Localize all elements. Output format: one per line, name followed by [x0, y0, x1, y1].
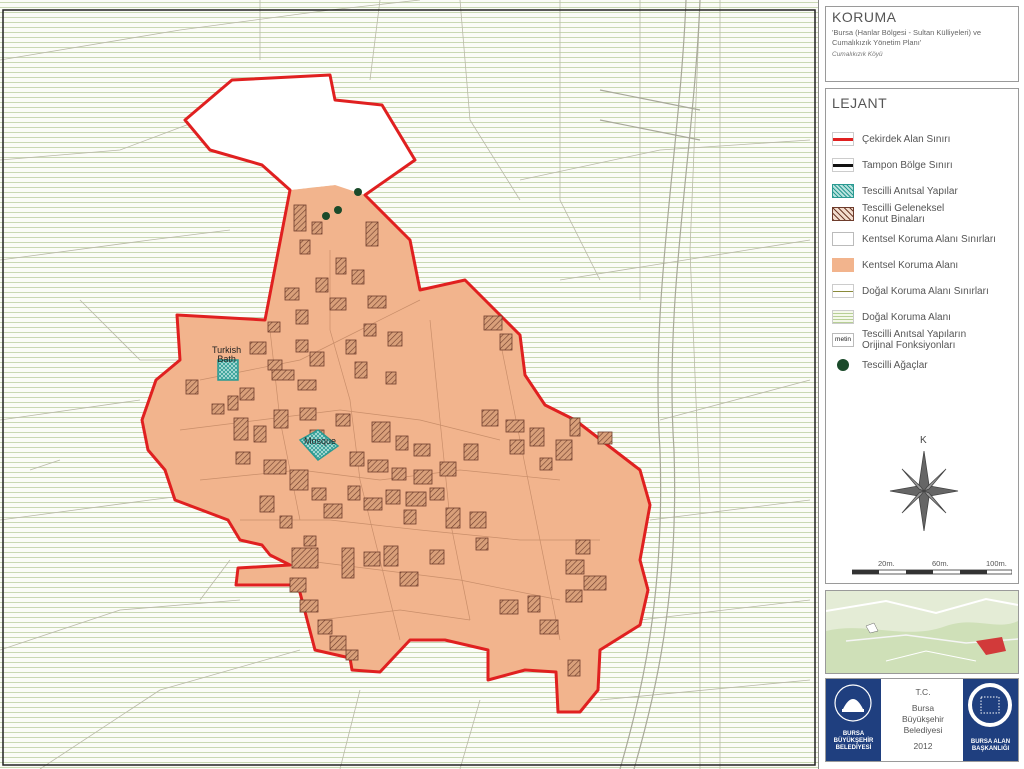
bursa-municipality-logo: BURSA BÜYÜKŞEHİR BELEDİYESİ [826, 679, 881, 761]
legend-item-urban-area: Kentsel Koruma Alanı [832, 255, 1016, 277]
footer-belediyesi: Belediyesi [903, 725, 943, 735]
legend-label: Kentsel Koruma Alanı Sınırları [862, 234, 996, 245]
turkish-bath-label: Turkish Bath [212, 345, 242, 364]
legend-item-monuments: Tescilli Anıtsal Yapılar [832, 181, 1016, 203]
left-logo-text: BURSA BÜYÜKŞEHİR BELEDİYESİ [833, 731, 874, 751]
legend-box: LEJANT Çekirdek Alan Sınırı Tampon Bölge… [825, 88, 1019, 584]
legend-item-trees: Tescilli Ağaçlar [832, 355, 1016, 377]
location-inset-map [825, 590, 1019, 674]
scale-label-20: 20m. [878, 559, 895, 568]
teal-hatch-icon [832, 184, 854, 198]
plan-subtitle: 'Bursa (Hanlar Bölgesi - Sultan Külliyel… [832, 28, 981, 47]
legend-item-natural-boundary: Doğal Koruma Alanı Sınırları [832, 281, 1016, 303]
white-box-icon [832, 232, 854, 246]
legend-label: Tescilli Anıtsal Yapıların Orijinal Fonk… [862, 329, 967, 351]
footer-year: 2012 [913, 741, 933, 751]
footer-logos: BURSA BÜYÜKŞEHİR BELEDİYESİ T.C. Bursa B… [825, 678, 1019, 762]
legend-item-original-functions: metin Tescilli Anıtsal Yapıların Orijina… [832, 327, 1016, 353]
olive-line-icon [832, 284, 854, 298]
legend-item-urban-boundary: Kentsel Koruma Alanı Sınırları [832, 229, 1016, 251]
scale-label-100: 100m. [986, 559, 1007, 568]
orange-box-icon [832, 258, 854, 272]
domes-logo-icon [834, 684, 872, 722]
legend-label: Doğal Koruma Alanı [862, 312, 951, 323]
legend-label: Tampon Bölge Sınırı [862, 160, 953, 171]
black-line-icon [832, 158, 854, 172]
title-box: KORUMA 'Bursa (Hanlar Bölgesi - Sultan K… [825, 6, 1019, 82]
site-map [0, 0, 818, 769]
red-line-icon [832, 132, 854, 146]
metin-box-icon: metin [832, 333, 854, 347]
north-label: K [920, 435, 927, 446]
legend-label: Tescilli Geleneksel Konut Binaları [862, 203, 945, 225]
legend-item-buffer-boundary: Tampon Bölge Sınırı [832, 155, 1016, 177]
scale-bar [852, 569, 1012, 575]
tree-dot-icon [832, 358, 854, 372]
legend-item-core-boundary: Çekirdek Alan Sınırı [832, 129, 1016, 151]
ring-logo-icon [968, 683, 1012, 727]
legend-item-natural-area: Doğal Koruma Alanı [832, 307, 1016, 329]
footer-buyuksehir: Büyükşehir [901, 714, 945, 724]
right-logo-text: BURSA ALAN BAŞKANLIĞI [970, 739, 1011, 752]
footer-tc: T.C. [915, 687, 931, 697]
legend-title: LEJANT [832, 95, 888, 111]
legend-label: Tescilli Anıtsal Yapılar [862, 186, 958, 197]
legend-label: Doğal Koruma Alanı Sınırları [862, 286, 989, 297]
compass-rose-icon [889, 450, 959, 532]
brown-hatch-icon [832, 207, 854, 221]
mosque-label: Mosque [304, 436, 337, 446]
legend-label: Çekirdek Alan Sınırı [862, 134, 951, 145]
scale-label-60: 60m. [932, 559, 949, 568]
plan-title: KORUMA [832, 9, 897, 25]
village-name: Cumalıkızık Köyü [832, 51, 883, 58]
legend-item-houses: Tescilli Geleneksel Konut Binaları [832, 201, 1016, 227]
side-panel: KORUMA 'Bursa (Hanlar Bölgesi - Sultan K… [818, 0, 1024, 769]
legend-label: Kentsel Koruma Alanı [862, 260, 959, 271]
site-management-logo: BURSA ALAN BAŞKANLIĞI [963, 679, 1018, 761]
footer-bursa: Bursa [911, 703, 935, 713]
green-lines-icon [832, 310, 854, 324]
legend-label: Tescilli Ağaçlar [862, 360, 928, 371]
inset-map-graphic [826, 591, 1018, 673]
